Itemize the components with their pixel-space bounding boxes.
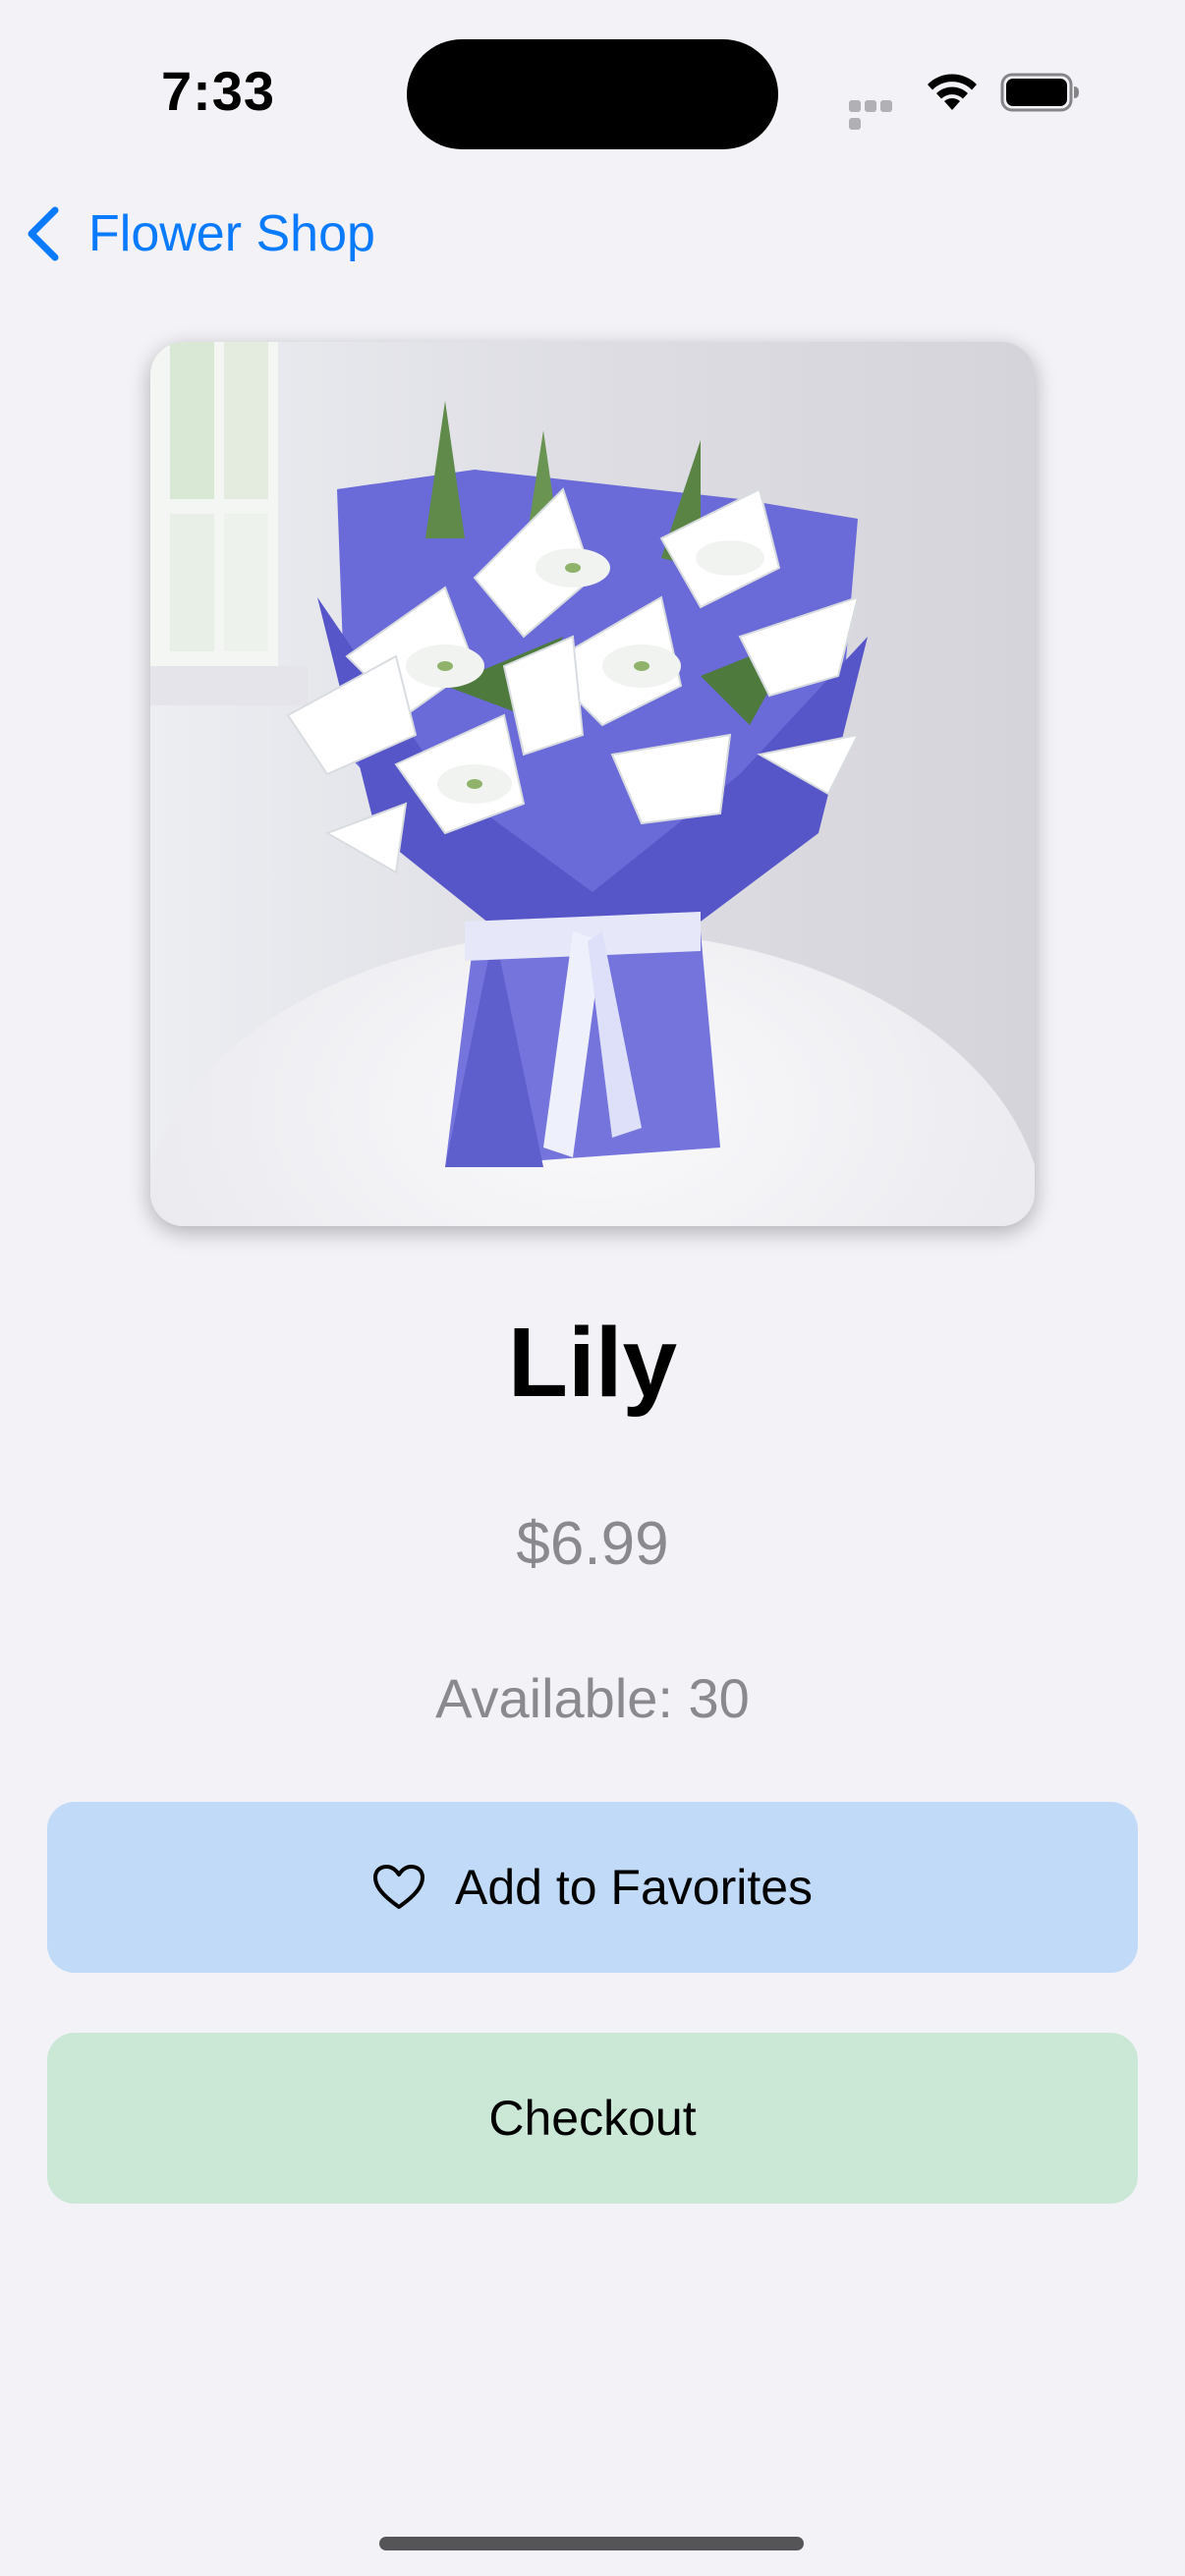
- checkout-button[interactable]: Checkout: [47, 2033, 1138, 2204]
- cellular-signal-icon: [849, 100, 908, 130]
- dynamic-island: [407, 39, 778, 149]
- chevron-left-icon: [28, 206, 59, 261]
- status-bar: 7:33: [0, 0, 1185, 187]
- heart-outline-icon: [372, 1865, 424, 1909]
- product-availability: Available: 30: [435, 1667, 750, 1729]
- add-to-favorites-label: Add to Favorites: [454, 1860, 814, 1915]
- battery-icon: [1000, 73, 1079, 112]
- lily-bouquet-image: [150, 342, 1035, 1226]
- status-time: 7:33: [160, 60, 276, 122]
- wifi-icon: [928, 74, 977, 110]
- checkout-label: Checkout: [488, 2091, 697, 2146]
- product-image: [150, 342, 1035, 1226]
- back-button[interactable]: Flower Shop: [22, 193, 375, 275]
- product-name: Lily: [507, 1308, 678, 1418]
- home-indicator[interactable]: [379, 2537, 804, 2550]
- product-price: $6.99: [516, 1510, 669, 1578]
- add-to-favorites-button[interactable]: Add to Favorites: [47, 1802, 1138, 1973]
- back-button-label: Flower Shop: [88, 205, 375, 262]
